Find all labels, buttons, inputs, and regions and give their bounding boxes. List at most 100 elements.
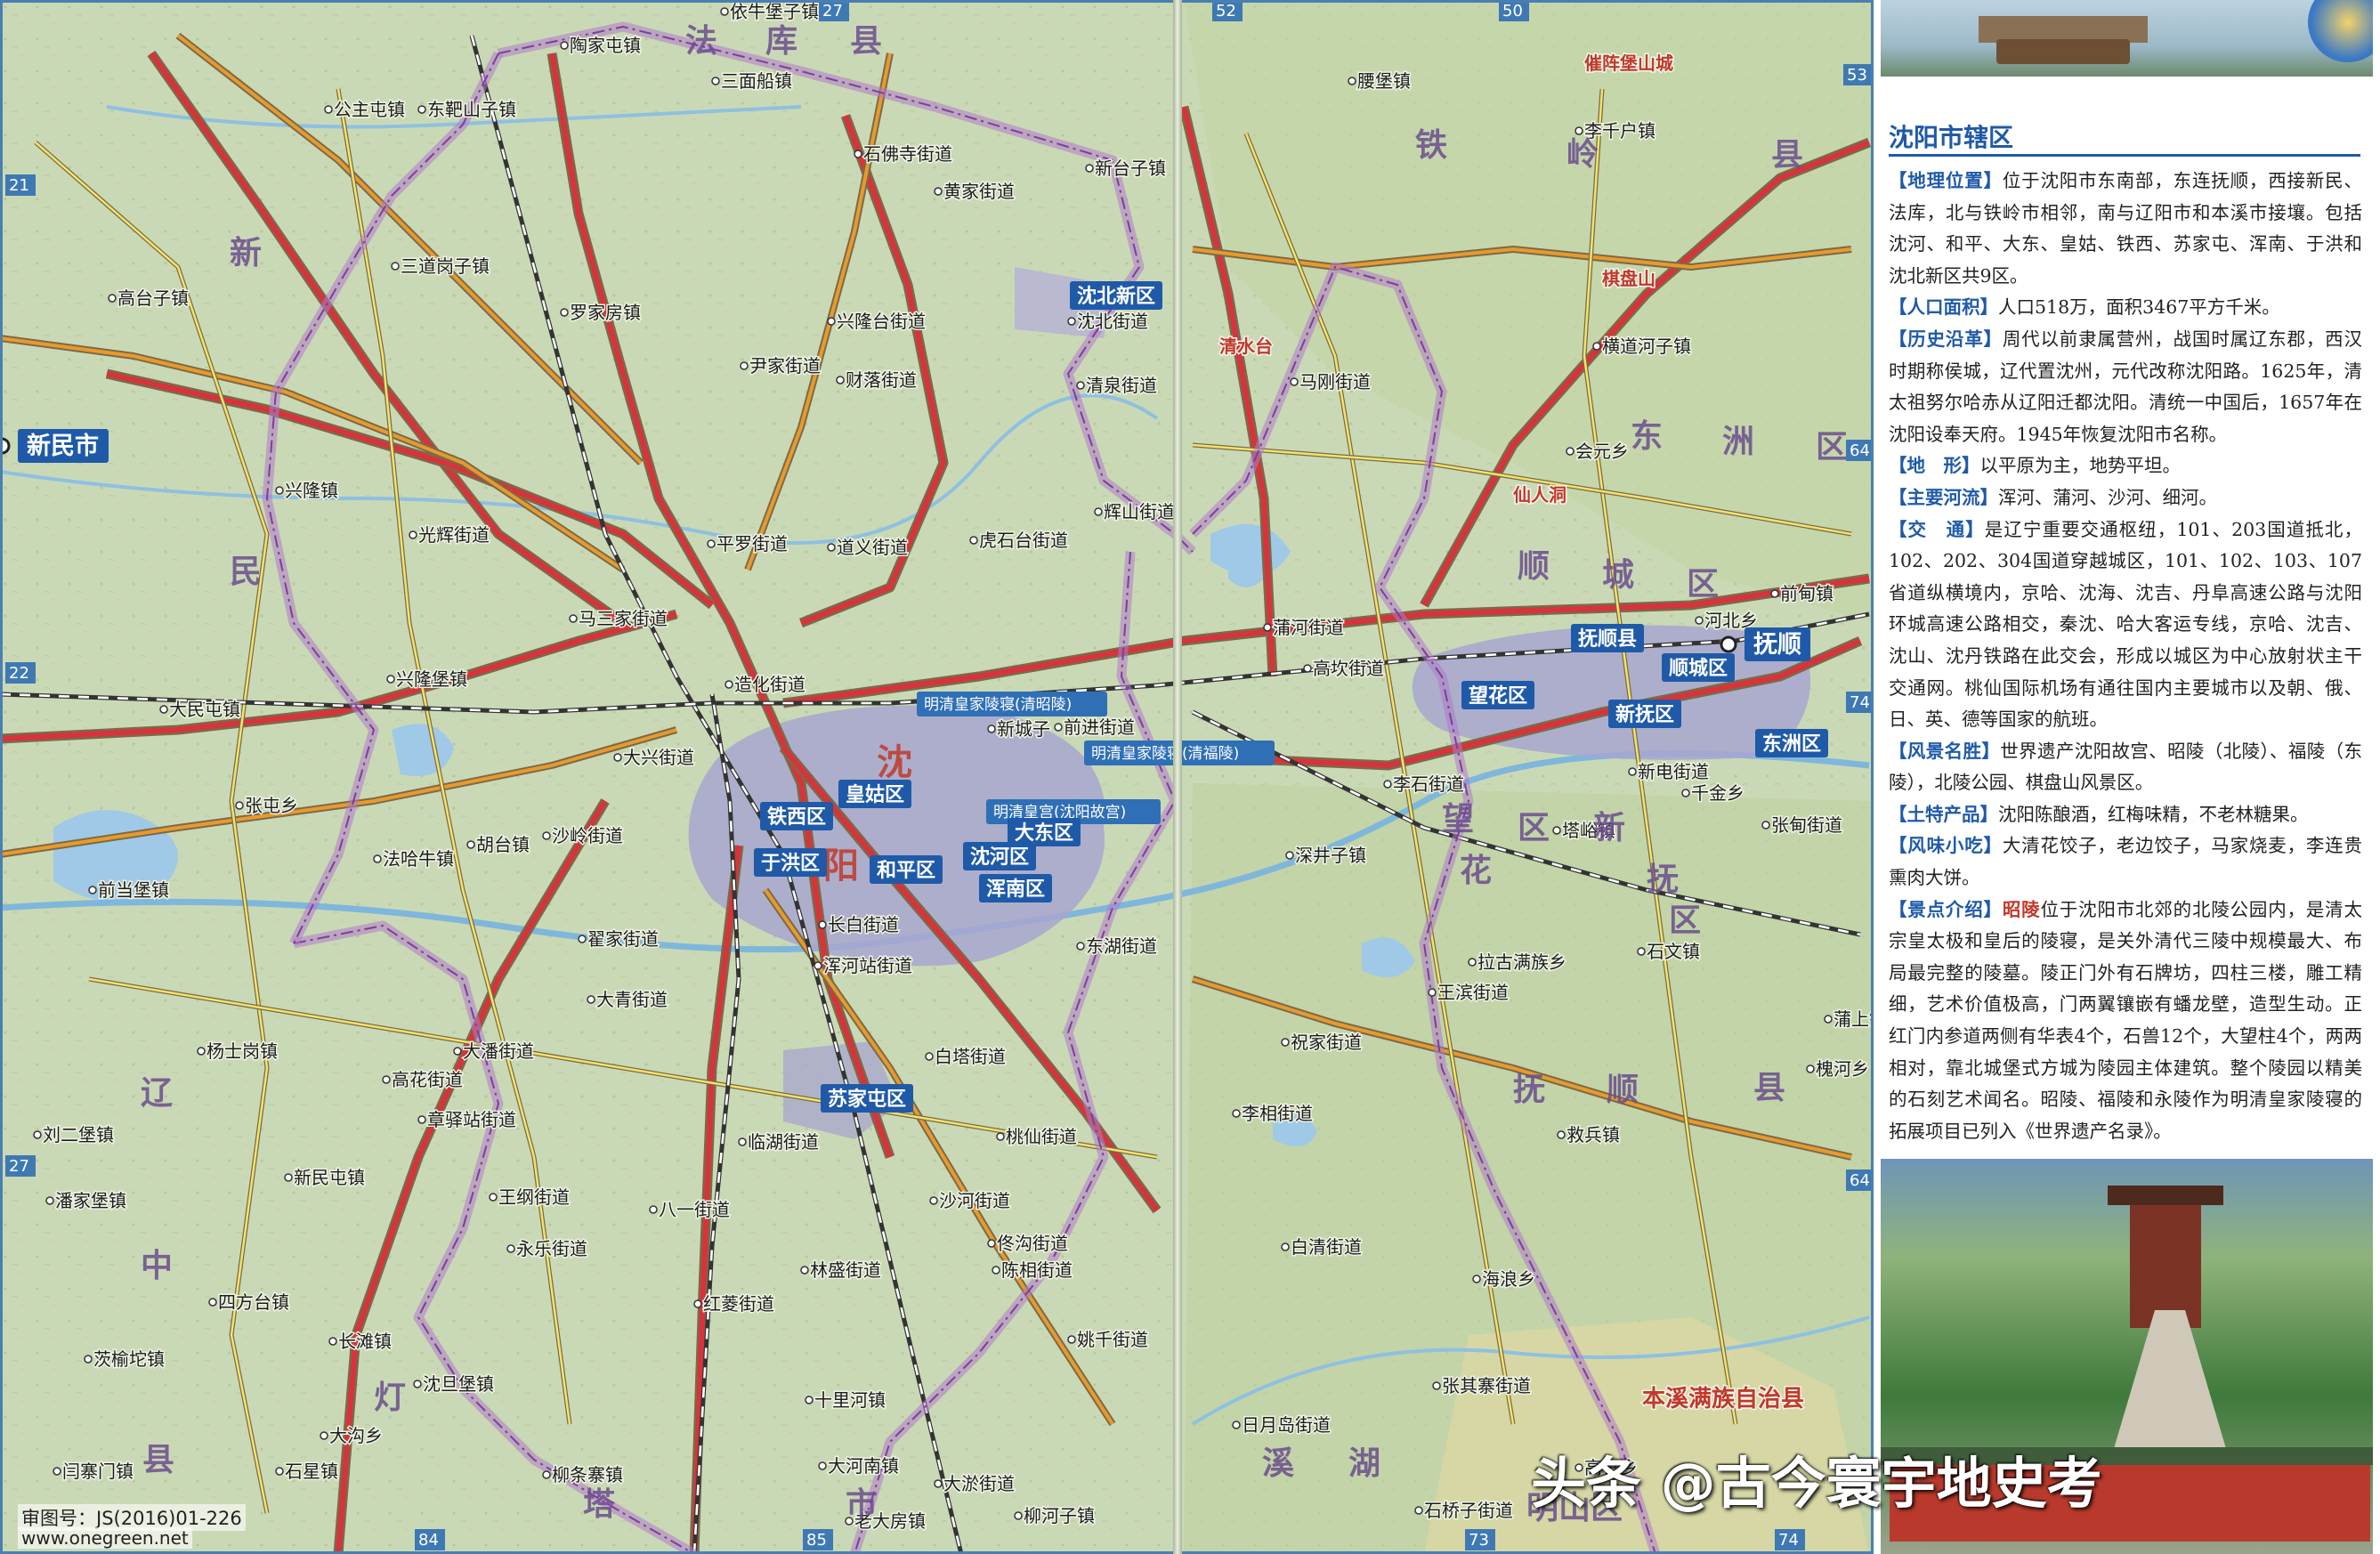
town-dot (33, 1130, 42, 1139)
panel-section-text: 沈阳陈酿酒，红梅味精，不老林糖果。 (1998, 803, 2309, 825)
town-label: 大河南镇 (828, 1455, 899, 1477)
boat-shape (1996, 39, 2130, 64)
town-label: 前当堡镇 (98, 879, 169, 901)
region-label: 市 (846, 1485, 878, 1523)
town-label: 石文镇 (1647, 941, 1700, 962)
town-dot (506, 1244, 515, 1253)
district-label[interactable]: 皇姑区 (846, 783, 904, 806)
district-label[interactable]: 浑南区 (986, 878, 1045, 901)
town-label: 新电街道 (1638, 761, 1709, 782)
town-dot (1076, 942, 1085, 951)
town-label: 张甸街道 (1771, 814, 1842, 836)
town-label: 陈相街道 (1001, 1259, 1073, 1281)
district-label[interactable]: 沈北新区 (1077, 285, 1155, 308)
panel-title-rule (1889, 154, 2360, 157)
heritage-label: 明清皇家陵寝(清昭陵) (924, 695, 1072, 714)
town-dot (1806, 1064, 1815, 1073)
town-label: 新民屯镇 (294, 1167, 365, 1188)
panel-section-label: 【人口面积】 (1889, 296, 1998, 319)
grid-label: 21 (9, 176, 29, 195)
panel-section-text: 位于沈阳市北郊的北陵公园内，是清太宗皇太极和皇后的陵寝，是关外清代三陵中规模最大… (1889, 898, 2362, 1142)
town-label: 八一街道 (659, 1199, 730, 1220)
region-label: 民 (230, 553, 262, 590)
district-label[interactable]: 沈河区 (970, 846, 1029, 869)
town-dot (1383, 780, 1392, 789)
town-dot (738, 1137, 747, 1146)
town-dot (208, 1298, 217, 1307)
panel-section-label: 【景点介绍】 (1889, 898, 2003, 920)
town-dot (1085, 164, 1094, 173)
town-dot (560, 41, 569, 50)
town-dot (827, 543, 836, 552)
region-label: 区 (1518, 809, 1550, 846)
region-label: 洲 (1722, 423, 1754, 460)
town-label: 章驿站街道 (427, 1109, 516, 1130)
town-dot (1281, 1242, 1290, 1251)
town-dot (1770, 589, 1779, 598)
town-label: 辉山街道 (1104, 501, 1175, 522)
city-label[interactable]: 抚顺 (1753, 631, 1801, 659)
grid-label: 74 (1850, 693, 1870, 712)
town-label: 罗家房镇 (570, 302, 641, 323)
panel-section-text: 以平原为主，地势平坦。 (1979, 455, 2182, 477)
town-label: 依牛堡子镇 (730, 1, 819, 22)
grid-label: 52 (1216, 2, 1236, 20)
map-page: 依牛堡子镇 东靶山子镇 公主屯镇 陶家屯镇 三面船镇 石佛寺街道 黄家街道 新台子镇 三道岗子镇… (0, 0, 2380, 1554)
district-label[interactable]: 于洪区 (761, 853, 820, 875)
town-label: 清泉街道 (1086, 375, 1157, 396)
town-label: 兴隆台街道 (837, 311, 926, 332)
city-label[interactable]: 新民市 (27, 432, 99, 460)
town-label: 拉古满族乡 (1477, 951, 1566, 973)
town-dot (453, 1047, 462, 1056)
region-label: 东 (1631, 417, 1663, 455)
town-label: 千金乡 (1691, 782, 1745, 804)
district-label[interactable]: 大东区 (1015, 822, 1073, 845)
region-label: 库 (765, 22, 797, 60)
town-dot (320, 1431, 328, 1440)
district-label[interactable]: 新抚区 (1615, 703, 1674, 726)
district-label[interactable]: 顺城区 (1669, 657, 1728, 680)
town-dot (84, 1355, 93, 1364)
district-label[interactable]: 铁西区 (767, 805, 826, 829)
town-dot (275, 486, 284, 495)
grid-label: 85 (806, 1531, 827, 1550)
town-dot (1348, 77, 1356, 85)
town-label: 柳条寨镇 (552, 1464, 623, 1485)
district-label[interactable]: 苏家屯区 (828, 1088, 906, 1111)
town-label: 茨榆坨镇 (93, 1348, 165, 1370)
town-dot (1557, 1130, 1566, 1139)
panel-highlight: 昭陵 (2002, 898, 2041, 920)
panel-section: 【地 形】以平原为主，地势平坦。 (1889, 450, 2362, 482)
town-dot (1054, 723, 1063, 732)
town-label: 前进街道 (1064, 716, 1135, 738)
town-label: 平罗街道 (716, 533, 788, 554)
town-label: 兴隆镇 (285, 480, 338, 501)
site-url[interactable]: www.onegreen.net (18, 1527, 192, 1549)
town-dot (1566, 447, 1575, 456)
district-label[interactable]: 东洲区 (1762, 732, 1821, 756)
book-spine (1173, 0, 1182, 1554)
town-label: 虎石台街道 (979, 530, 1068, 551)
town-dot (854, 150, 862, 158)
watermark: 头条 @古今寰宇地史考 (1531, 1451, 2102, 1516)
town-label: 高台子镇 (117, 287, 189, 309)
town-dot (409, 530, 417, 539)
town-label: 造化街道 (734, 674, 805, 695)
town-dot (417, 105, 426, 114)
town-dot (720, 7, 729, 16)
town-dot (1290, 377, 1299, 386)
panel-body: 【地理位置】位于沈阳市东南部，东连抚顺，西接新民、法库，北与铁岭市相邻，南与辽阳… (1889, 166, 2362, 1147)
town-dot (382, 1075, 391, 1084)
town-label: 横道河子镇 (1602, 336, 1691, 357)
district-label[interactable]: 和平区 (877, 860, 935, 882)
district-label[interactable]: 抚顺县 (1578, 628, 1637, 651)
town-dot (1014, 1511, 1023, 1520)
district-label[interactable]: 望花区 (1469, 684, 1527, 708)
town-dot (284, 1173, 293, 1182)
town-dot (373, 854, 382, 863)
region-label: 区 (1816, 428, 1848, 465)
town-dot (725, 680, 733, 689)
town-dot (53, 1467, 61, 1476)
region-label: 区 (1687, 565, 1719, 603)
town-label: 红菱街道 (703, 1293, 774, 1315)
